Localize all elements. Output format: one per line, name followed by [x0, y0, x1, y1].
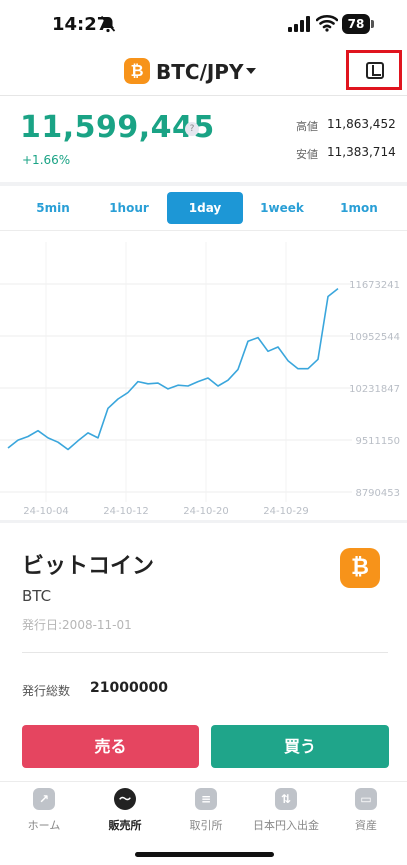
- coin-name: ビットコイン: [22, 554, 155, 579]
- nav-label: 日本円入出金: [253, 819, 319, 832]
- nav-label: 資産: [355, 819, 377, 832]
- y-tick-label: 10231847: [349, 384, 400, 395]
- wifi-icon: [316, 14, 338, 32]
- y-tick-label: 8790453: [355, 488, 400, 499]
- bitcoin-icon: ₿: [340, 548, 380, 588]
- layout-toggle-button[interactable]: [346, 50, 402, 90]
- timeframe-tabs: 5min 1hour 1day 1week 1mon: [0, 192, 407, 226]
- bitcoin-badge-icon: ₿: [124, 58, 150, 84]
- tab-1day[interactable]: 1day: [167, 192, 243, 224]
- nav-label: 取引所: [189, 819, 223, 832]
- x-tick-label: 24-10-29: [263, 506, 308, 517]
- x-tick-label: 24-10-20: [183, 506, 228, 517]
- transfer-icon: ⇅: [275, 788, 297, 810]
- bell-muted-icon: [100, 15, 116, 33]
- x-tick-label: 24-10-12: [103, 506, 148, 517]
- high-label: 高値: [296, 120, 318, 133]
- battery-indicator: 78: [342, 14, 370, 34]
- info-divider: [22, 652, 388, 653]
- chart-icon: ↗: [33, 788, 55, 810]
- help-icon[interactable]: ?: [185, 122, 199, 136]
- tab-1mon[interactable]: 1mon: [322, 192, 396, 224]
- nav-item-home[interactable]: ↗ ホーム: [4, 788, 84, 833]
- sell-button[interactable]: 売る: [22, 725, 199, 768]
- caret-down-icon[interactable]: [246, 68, 256, 74]
- low-label: 安値: [296, 148, 318, 161]
- battery-tip: [371, 20, 374, 28]
- nav-item-assets[interactable]: ▭ 資産: [326, 788, 406, 833]
- tabs-divider: [0, 230, 407, 231]
- layout-icon: [366, 62, 384, 79]
- nav-item-exchange[interactable]: ≡ 取引所: [166, 788, 246, 833]
- section-divider: [0, 182, 407, 186]
- wave-icon: 〜: [114, 788, 136, 810]
- nav-label: ホーム: [27, 819, 61, 832]
- supply-value: 21000000: [90, 680, 168, 696]
- nav-item-sales[interactable]: 〜 販売所: [85, 788, 165, 833]
- nav-label: 販売所: [108, 819, 142, 832]
- tab-5min[interactable]: 5min: [16, 192, 90, 224]
- nav-item-deposit[interactable]: ⇅ 日本円入出金: [246, 788, 326, 833]
- coins-icon: ≡: [195, 788, 217, 810]
- x-tick-label: 24-10-04: [23, 506, 68, 517]
- price-series-line: [7, 287, 339, 451]
- y-tick-label: 10952544: [349, 332, 400, 343]
- price-chart[interactable]: 11673241 10952544 10231847 9511150 8790453 24…: [0, 232, 407, 522]
- supply-label: 発行総数: [22, 684, 71, 698]
- high-value: 11,863,452: [327, 117, 396, 131]
- coin-symbol: BTC: [22, 587, 52, 605]
- home-indicator: [135, 852, 274, 857]
- tab-1hour[interactable]: 1hour: [92, 192, 166, 224]
- y-tick-label: 9511150: [355, 436, 400, 447]
- issue-date: 発行日:2008-11-01: [22, 618, 132, 632]
- chart-divider: [0, 520, 407, 523]
- wallet-icon: ▭: [355, 788, 377, 810]
- low-value: 11,383,714: [327, 145, 396, 159]
- cellular-signal-icon: [288, 16, 310, 32]
- pair-header: ₿ BTC/JPY: [0, 50, 407, 96]
- y-tick-label: 11673241: [349, 280, 400, 291]
- price-change: +1.66%: [22, 153, 71, 167]
- tab-1week[interactable]: 1week: [245, 192, 319, 224]
- pair-selector[interactable]: BTC/JPY: [156, 60, 243, 84]
- buy-button[interactable]: 買う: [211, 725, 389, 768]
- status-bar: 14:27 78: [0, 0, 407, 50]
